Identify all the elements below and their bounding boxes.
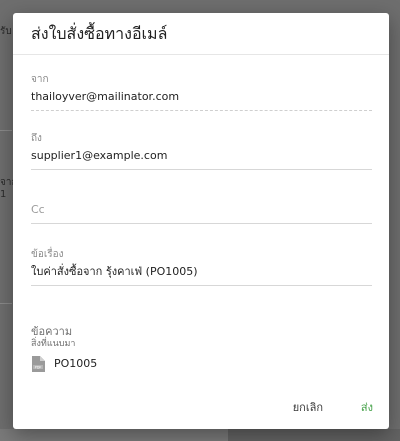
background-divider [0, 303, 12, 304]
from-underline [31, 110, 372, 111]
from-field: จาก thailoyver@mailinator.com [31, 74, 372, 111]
to-underline [31, 169, 372, 170]
subject-input[interactable]: ใบค่าสั่งซื้อจาก รุ้งคาเฟ่ (PO1005) [31, 265, 372, 279]
to-label: ถึง [31, 133, 42, 144]
from-label: จาก [31, 74, 49, 85]
background-text: 1 [0, 189, 7, 200]
subject-field[interactable]: ข้อเรื่อง ใบค่าสั่งซื้อจาก รุ้งคาเฟ่ (PO… [31, 249, 372, 286]
title-divider [13, 54, 389, 55]
from-value: thailoyver@mailinator.com [31, 90, 180, 103]
cc-field[interactable]: Cc [31, 203, 372, 224]
background-text: รับ [0, 26, 12, 37]
cancel-button[interactable]: ยกเลิก [289, 399, 327, 417]
subject-label: ข้อเรื่อง [31, 249, 64, 260]
background-divider [0, 130, 12, 131]
dialog-actions: ยกเลิก ส่ง [13, 389, 389, 429]
attachment-name: PO1005 [54, 357, 98, 370]
attachments-label: สิ่งที่แนบมา [31, 339, 76, 349]
dialog-title: ส่งใบสั่งซื้อทางอีเมล์ [31, 24, 168, 43]
background-footer-shade [228, 429, 400, 441]
message-label: ข้อความ [31, 325, 73, 338]
to-field[interactable]: ถึง supplier1@example.com [31, 133, 372, 170]
cc-underline [31, 223, 372, 224]
to-input[interactable]: supplier1@example.com [31, 149, 372, 163]
subject-underline [31, 285, 372, 286]
attachment-item[interactable]: PDF PO1005 [31, 356, 97, 372]
email-purchase-order-dialog: ส่งใบสั่งซื้อทางอีเมล์ จาก thailoyver@ma… [13, 13, 389, 429]
send-button[interactable]: ส่ง [357, 399, 377, 417]
pdf-file-icon: PDF [31, 356, 45, 372]
message-section: ข้อความ สิ่งที่แนบมา [31, 325, 75, 350]
cc-input[interactable]: Cc [31, 203, 372, 217]
svg-text:PDF: PDF [35, 366, 42, 370]
